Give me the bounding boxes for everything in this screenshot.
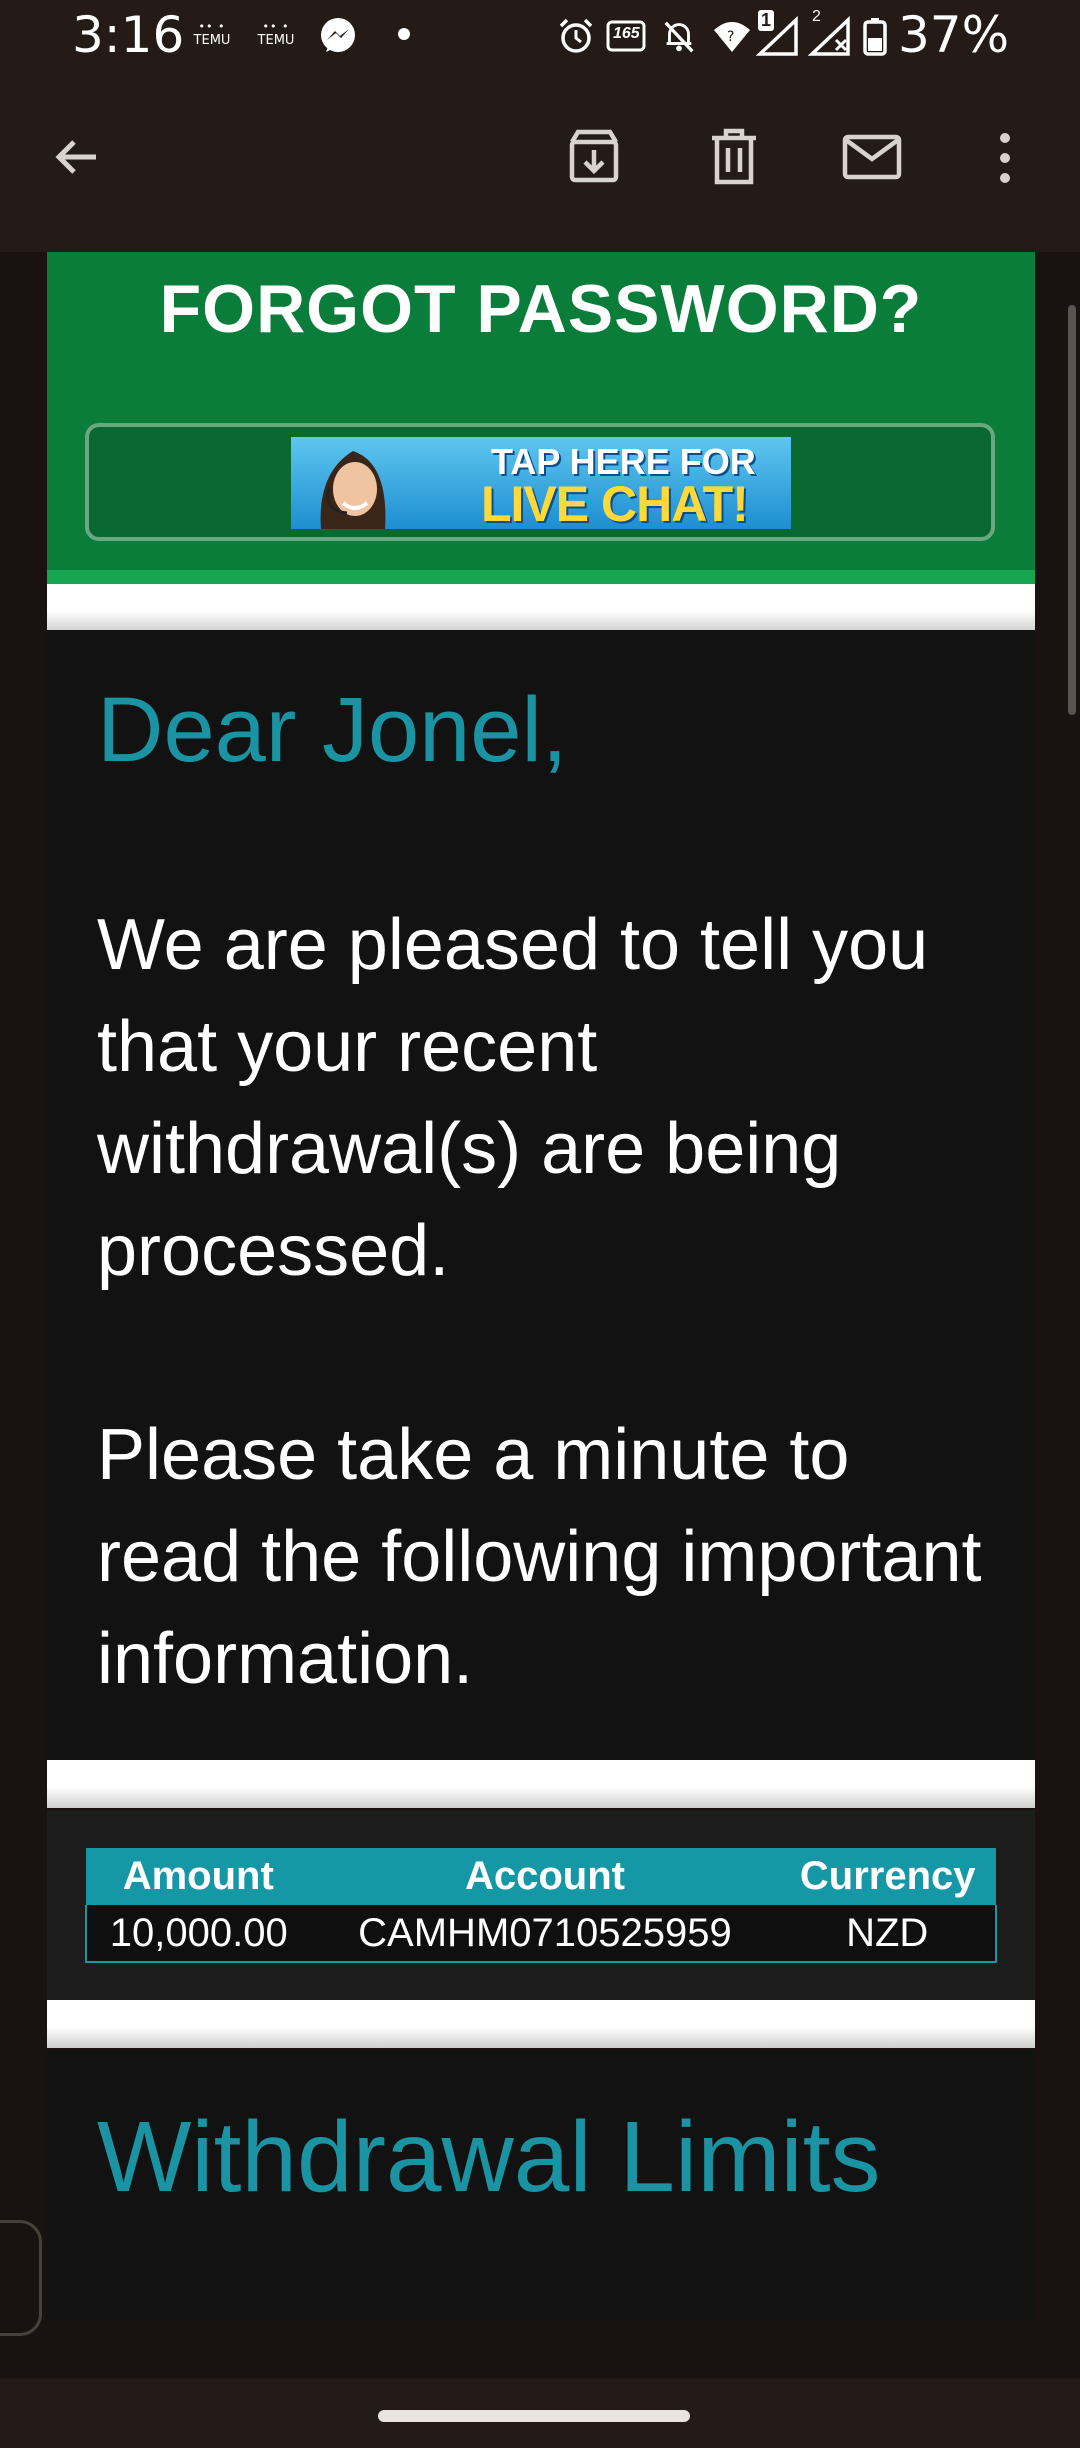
email-toolbar	[0, 74, 1080, 252]
withdrawal-table: Amount Account Currency 10,000.00 CAMHM0…	[84, 1848, 997, 1963]
section-divider	[47, 1760, 1035, 1808]
greeting: Dear Jonel,	[97, 679, 568, 781]
edge-panel-handle[interactable]	[0, 2220, 42, 2336]
live-chat-button[interactable]: TAP HERE FOR LIVE CHAT!	[291, 437, 791, 529]
table-row: 10,000.00 CAMHM0710525959 NZD	[84, 1905, 997, 1963]
table-header: Currency	[779, 1848, 996, 1905]
message-paragraph: We are pleased to tell you that your rec…	[97, 905, 929, 1291]
temu-notification-icon: •• • TEMU	[193, 20, 231, 48]
temu-notification-icon: •• • TEMU	[257, 20, 295, 48]
amount-cell: 10,000.00	[84, 1905, 311, 1963]
alarm-icon	[559, 18, 593, 53]
status-bar: 3:16 •• • TEMU •• • TEMU 165 ? 1 2 37%	[0, 0, 1080, 74]
account-cell: CAMHM0710525959	[310, 1905, 780, 1963]
section-title: Withdrawal Limits	[97, 2101, 881, 2213]
section-divider	[47, 2000, 1035, 2048]
notification-dot	[398, 28, 410, 40]
scrollbar[interactable]	[1068, 305, 1076, 715]
arrow-left-icon[interactable]	[50, 130, 104, 184]
mute-notifications-icon	[664, 21, 694, 53]
currency-cell: NZD	[779, 1905, 997, 1963]
content-continuation	[47, 2320, 1035, 2376]
table-header-row: Amount Account Currency	[86, 1848, 996, 1905]
status-time: 3:16	[72, 6, 185, 64]
wifi-icon: ?	[714, 22, 750, 52]
svg-text:?: ?	[727, 29, 734, 45]
header-accent-strip	[47, 570, 1035, 584]
more-vert-icon[interactable]	[996, 130, 1014, 186]
section-divider	[47, 584, 1035, 632]
signal-sim1-icon: 1	[755, 10, 800, 56]
table-header: Account	[310, 1848, 780, 1905]
trash-icon[interactable]	[710, 128, 758, 186]
home-gesture-bar[interactable]	[378, 2410, 690, 2422]
messenger-icon	[321, 18, 355, 52]
signal-sim2-icon: 2	[807, 8, 852, 56]
table-header: Amount	[86, 1848, 311, 1905]
refresh-rate-icon: 165	[606, 16, 648, 56]
battery-percent: 37%	[898, 6, 1010, 64]
message-paragraph: Please take a minute to read the followi…	[97, 1415, 982, 1699]
live-chat-line2: LIVE CHAT!	[481, 476, 749, 529]
mail-icon[interactable]	[842, 134, 902, 180]
battery-icon	[863, 18, 887, 56]
archive-icon[interactable]	[566, 128, 622, 186]
forgot-password-link[interactable]: FORGOT PASSWORD?	[47, 270, 1035, 348]
support-agent-image	[320, 451, 386, 529]
